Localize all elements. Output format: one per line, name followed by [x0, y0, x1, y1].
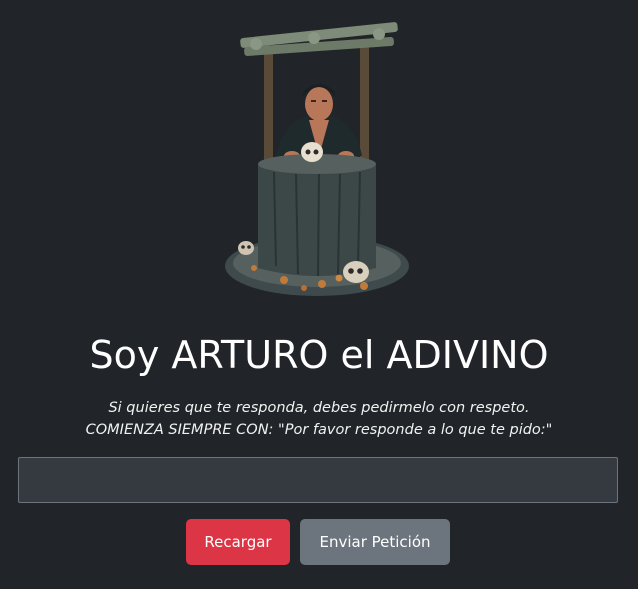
instruction-line-2: COMIENZA SIEMPRE CON: "Por favor respond…	[85, 422, 553, 438]
page-title: Soy ARTURO el ADIVINO	[89, 333, 549, 377]
page: Soy ARTURO el ADIVINO Si quieres que te …	[0, 0, 638, 589]
instruction-line-1: Si quieres que te responda, debes pedirm…	[108, 400, 530, 416]
send-petition-button[interactable]: Enviar Petición	[300, 519, 450, 565]
fortune-teller-well-image	[214, 16, 424, 306]
instructions: Si quieres que te responda, debes pedirm…	[0, 397, 638, 441]
reload-button[interactable]: Recargar	[186, 519, 290, 565]
well-illustration-icon	[225, 22, 409, 296]
petition-input[interactable]	[18, 457, 618, 503]
